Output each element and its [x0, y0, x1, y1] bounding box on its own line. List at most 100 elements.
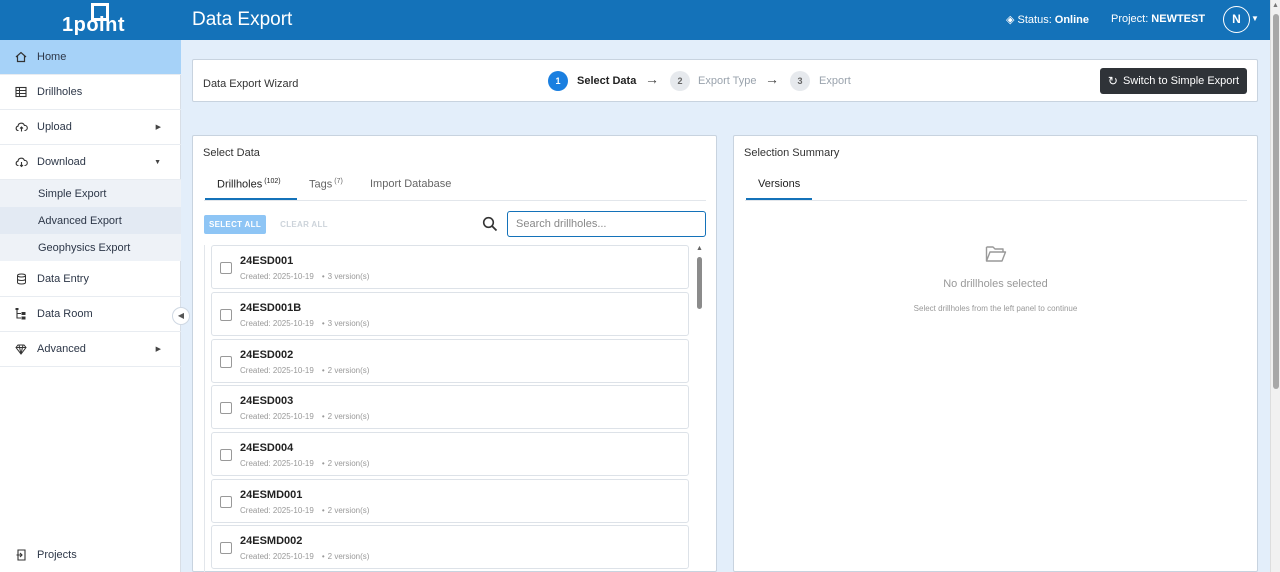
list-item[interactable]: 24ESD001 Created: 2025-10-19 • 3 version(s…: [211, 245, 689, 289]
item-versions: 2 version(s): [327, 506, 370, 515]
list-item[interactable]: 24ESMD002 Created: 2025-10-19 • 2 version(…: [211, 525, 689, 569]
list-item[interactable]: 24ESD004 Created: 2025-10-19 • 2 version(s…: [211, 432, 689, 476]
sidebar-item-data-entry[interactable]: Data Entry: [0, 262, 181, 297]
item-created: Created: 2025-10-19: [240, 506, 314, 515]
item-versions: 2 version(s): [327, 552, 370, 561]
item-created: Created: 2025-10-19: [240, 412, 314, 421]
scroll-up-icon[interactable]: ▲: [696, 245, 703, 252]
tab-label: Tags: [309, 178, 333, 191]
panel-title: Selection Summary: [744, 147, 840, 159]
list-item[interactable]: 24ESMD001 Created: 2025-10-19 • 2 version(…: [211, 479, 689, 523]
meta-separator: •: [321, 552, 325, 561]
sidebar-item-label: Projects: [37, 548, 77, 561]
arrow-right-icon: →: [765, 71, 779, 87]
home-icon: [14, 50, 28, 64]
step-3-number[interactable]: 3: [790, 71, 810, 91]
project-indicator: Project: NEWTEST: [1111, 13, 1205, 25]
sidebar-item-label: Home: [37, 51, 67, 63]
active-tab-indicator: [205, 198, 297, 200]
sidebar-item-data-room[interactable]: Data Room: [0, 297, 181, 332]
page-scrollbar[interactable]: ▲: [1270, 0, 1280, 572]
cloud-upload-icon: [14, 120, 28, 134]
item-meta: Created: 2025-10-19 • 2 version(s): [240, 459, 369, 468]
item-checkbox[interactable]: [220, 262, 232, 274]
item-checkbox[interactable]: [220, 496, 232, 508]
empty-state-title: No drillholes selected: [943, 278, 1048, 290]
item-meta: Created: 2025-10-19 • 3 version(s): [240, 319, 369, 328]
chevron-down-icon[interactable]: ▼: [1251, 14, 1259, 23]
sidebar-item-advanced[interactable]: Advanced ▶: [0, 332, 181, 367]
step-3-label[interactable]: Export: [819, 75, 851, 87]
meta-separator: •: [321, 506, 325, 515]
table-icon: [14, 85, 28, 99]
search-drillholes-input[interactable]: [507, 211, 706, 237]
sidebar-item-label: Advanced: [37, 343, 86, 355]
step-2-label[interactable]: Export Type: [698, 75, 757, 87]
item-versions: 3 version(s): [327, 272, 370, 281]
chevron-right-icon: ▶: [155, 124, 161, 131]
list-item[interactable]: 24ESD002 Created: 2025-10-19 • 2 version(s…: [211, 339, 689, 383]
page-title: Data Export: [192, 9, 293, 30]
tab-import-database[interactable]: Import Database: [370, 178, 451, 190]
sidebar-item-label: Data Entry: [37, 273, 89, 285]
item-checkbox[interactable]: [220, 356, 232, 368]
meta-separator: •: [321, 366, 325, 375]
item-checkbox[interactable]: [220, 402, 232, 414]
sidebar-item-projects[interactable]: Projects: [0, 537, 181, 572]
item-versions: 2 version(s): [327, 412, 370, 421]
tab-drillholes[interactable]: Drillholes (102): [217, 178, 281, 191]
sidebar-item-home[interactable]: Home: [0, 40, 181, 75]
meta-separator: •: [321, 459, 325, 468]
item-meta: Created: 2025-10-19 • 2 version(s): [240, 506, 369, 515]
chevron-right-icon: ▶: [155, 346, 161, 353]
sidebar-item-label: Download: [37, 156, 86, 168]
sidebar-subitem-simple-export[interactable]: Simple Export: [0, 180, 181, 207]
sidebar-item-upload[interactable]: Upload ▶: [0, 110, 181, 145]
item-meta: Created: 2025-10-19 • 2 version(s): [240, 552, 369, 561]
item-name: 24ESD004: [240, 442, 294, 454]
item-meta: Created: 2025-10-19 • 2 version(s): [240, 412, 369, 421]
sidebar-item-download[interactable]: Download ▼: [0, 145, 181, 180]
item-checkbox[interactable]: [220, 542, 232, 554]
arrow-right-icon: →: [645, 71, 659, 87]
list-item[interactable]: 24ESD001B Created: 2025-10-19 • 3 version(…: [211, 292, 689, 336]
clear-all-button[interactable]: CLEAR ALL: [279, 215, 329, 234]
tab-versions[interactable]: Versions: [758, 178, 800, 190]
user-avatar[interactable]: N: [1223, 6, 1250, 33]
drillhole-list: 24ESD001 Created: 2025-10-19 • 3 version(s…: [204, 245, 706, 572]
step-2-number[interactable]: 2: [670, 71, 690, 91]
meta-separator: •: [321, 412, 325, 421]
item-created: Created: 2025-10-19: [240, 272, 314, 281]
step-1-label[interactable]: Select Data: [577, 75, 636, 87]
item-name: 24ESMD002: [240, 535, 303, 547]
tab-label: Import Database: [370, 178, 452, 190]
list-scrollbar[interactable]: ▲: [695, 245, 705, 572]
step-1-number[interactable]: 1: [548, 71, 568, 91]
top-bar: 1point Data Export ◈ Status: Online Proje…: [0, 0, 1270, 40]
connection-status: ◈ Status: Online: [1006, 13, 1089, 26]
scroll-up-icon[interactable]: ▲: [1272, 2, 1279, 9]
sidebar-subitem-geophysics-export[interactable]: Geophysics Export: [0, 234, 181, 261]
search-icon: [482, 216, 498, 232]
item-checkbox[interactable]: [220, 449, 232, 461]
page-scrollbar-thumb[interactable]: [1273, 14, 1279, 389]
list-item[interactable]: 24ESD003 Created: 2025-10-19 • 2 version(s…: [211, 385, 689, 429]
active-tab-indicator: [746, 198, 812, 200]
item-checkbox[interactable]: [220, 309, 232, 321]
switch-to-simple-export-button[interactable]: ↻ Switch to Simple Export: [1100, 68, 1247, 94]
database-icon: [14, 272, 28, 286]
sidebar-subitem-advanced-export[interactable]: Advanced Export: [0, 207, 181, 234]
item-name: 24ESD003: [240, 395, 294, 407]
wifi-icon: ◈: [1006, 14, 1015, 26]
tab-tags[interactable]: Tags (7): [309, 178, 343, 191]
sidebar-item-drillholes[interactable]: Drillholes: [0, 75, 181, 110]
item-created: Created: 2025-10-19: [240, 459, 314, 468]
list-scrollbar-thumb[interactable]: [697, 257, 702, 309]
collapse-sidebar-button[interactable]: ◀: [172, 307, 190, 325]
item-versions: 3 version(s): [327, 319, 370, 328]
tab-count: (7): [334, 178, 343, 185]
select-all-button[interactable]: SELECT ALL: [204, 215, 266, 234]
app-logo[interactable]: 1point: [0, 0, 181, 40]
item-meta: Created: 2025-10-19 • 3 version(s): [240, 272, 369, 281]
sidebar: Home Drillholes Upload ▶ Download ▼ Simp…: [0, 40, 181, 572]
